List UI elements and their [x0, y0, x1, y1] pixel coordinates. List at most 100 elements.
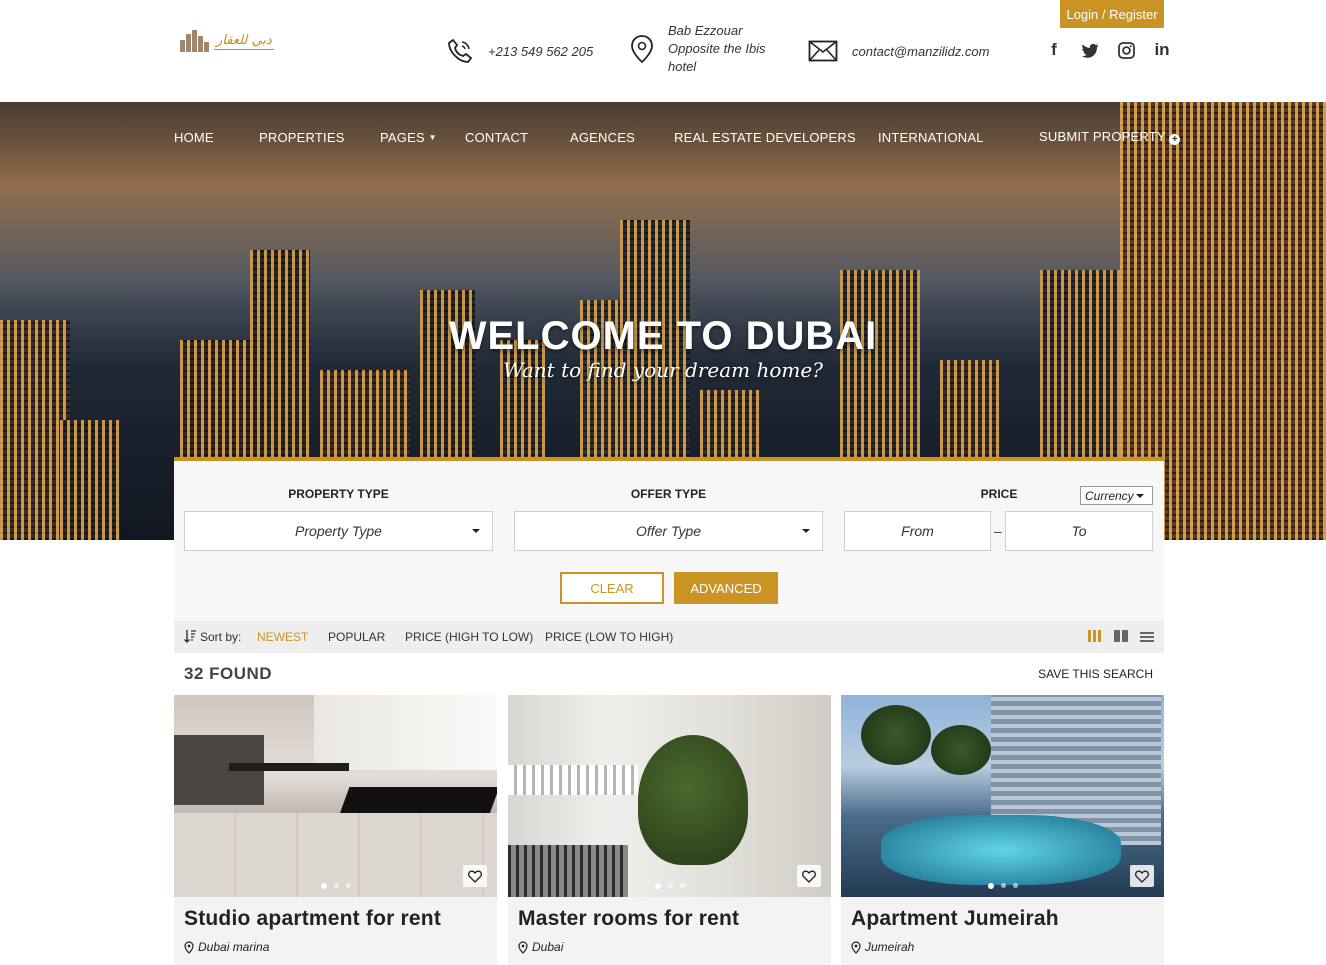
property-type-select[interactable]: Property Type: [184, 511, 493, 551]
price-label: PRICE: [980, 487, 1018, 501]
sort-icon: [184, 630, 196, 646]
nav-submit-label: SUBMIT PROPERTY: [1039, 129, 1166, 144]
address-line: hotel: [668, 59, 697, 74]
save-search-link[interactable]: SAVE THIS SEARCH: [1038, 667, 1153, 681]
palm-tree-graphic: [861, 705, 931, 765]
listing-location: Dubai: [518, 940, 563, 954]
carousel-dots: [174, 883, 497, 889]
sort-price-high-low[interactable]: PRICE (HIGH TO LOW): [405, 630, 533, 644]
carousel-dot[interactable]: [654, 883, 661, 889]
carousel-dots: [508, 883, 831, 889]
grid-view-icon[interactable]: [1088, 630, 1102, 642]
sort-bar: Sort by: NEWEST POPULAR PRICE (HIGH TO L…: [174, 621, 1164, 653]
sort-newest[interactable]: NEWEST: [257, 630, 308, 644]
gate-graphic: [508, 845, 628, 897]
price-from-placeholder: From: [901, 523, 934, 539]
favorite-button[interactable]: [1130, 865, 1154, 887]
favorite-button[interactable]: [797, 865, 821, 887]
nav-pages[interactable]: PAGES ▼: [380, 130, 437, 145]
property-photo[interactable]: [174, 695, 497, 897]
search-panel: PROPERTY TYPE Property Type OFFER TYPE O…: [174, 457, 1164, 621]
site-logo[interactable]: دبي للعقار: [180, 28, 284, 54]
building-graphic: [60, 420, 120, 540]
chevron-down-icon: [1136, 494, 1144, 498]
carousel-dots: [841, 883, 1164, 889]
advanced-search-button[interactable]: ADVANCED: [674, 572, 778, 604]
results-count: 32 FOUND: [184, 664, 273, 683]
nav-submit-property[interactable]: SUBMIT PROPERTY +: [1039, 129, 1181, 145]
nav-real-estate-developers[interactable]: REAL ESTATE DEVELOPERS: [674, 130, 856, 145]
phone-contact: +213 549 562 205: [446, 36, 593, 66]
property-photo[interactable]: [508, 695, 831, 897]
carousel-dot[interactable]: [320, 883, 327, 889]
twitter-icon[interactable]: [1080, 38, 1100, 62]
envelope-icon: [808, 40, 838, 62]
carousel-dot[interactable]: [679, 883, 685, 888]
offer-type-label: OFFER TYPE: [630, 487, 707, 501]
carousel-dot[interactable]: [333, 883, 339, 888]
heart-icon: [1135, 870, 1149, 883]
linkedin-icon[interactable]: in: [1152, 38, 1172, 62]
address-line: Opposite the Ibis: [668, 41, 766, 56]
phone-number[interactable]: +213 549 562 205: [488, 44, 593, 59]
property-card[interactable]: Apartment Jumeirah Jumeirah: [841, 695, 1164, 965]
listing-title[interactable]: Studio apartment for rent: [184, 907, 441, 931]
email-address[interactable]: contact@manzilidz.com: [852, 44, 989, 59]
nav-home[interactable]: HOME: [174, 130, 214, 145]
tree-graphic: [638, 735, 748, 865]
heart-icon: [468, 870, 482, 883]
table-graphic: [229, 763, 349, 771]
carousel-dot[interactable]: [345, 883, 351, 888]
offer-type-select[interactable]: Offer Type: [514, 511, 823, 551]
balcony-graphic: [508, 765, 638, 795]
address-line: Bab Ezzouar: [668, 23, 743, 38]
location-pin-icon: [518, 940, 528, 954]
building-icon: [180, 30, 210, 52]
listing-title[interactable]: Master rooms for rent: [518, 907, 739, 931]
nav-contact[interactable]: CONTACT: [465, 130, 528, 145]
sort-price-low-high[interactable]: PRICE (LOW TO HIGH): [545, 630, 673, 644]
email-contact: contact@manzilidz.com: [808, 36, 989, 66]
chevron-down-icon: [472, 529, 480, 533]
price-range-dash: –: [994, 523, 1002, 539]
heart-icon: [802, 870, 816, 883]
location-pin-icon: [851, 940, 861, 954]
carousel-dot[interactable]: [987, 883, 994, 889]
hero-subtitle: Want to find your dream home?: [503, 358, 823, 382]
social-links: f in: [1044, 38, 1172, 62]
clear-button[interactable]: CLEAR: [560, 572, 664, 604]
favorite-button[interactable]: [463, 865, 487, 887]
top-header: دبي للعقار +213 549 562 205 Bab Ezzouar …: [0, 0, 1326, 102]
property-card[interactable]: Master rooms for rent Dubai: [508, 695, 831, 965]
currency-select[interactable]: Currency: [1080, 486, 1153, 505]
listing-location: Jumeirah: [851, 940, 914, 954]
property-photo[interactable]: [841, 695, 1164, 897]
carousel-dot[interactable]: [667, 883, 673, 888]
location-text: Dubai: [532, 940, 564, 954]
listing-location: Dubai marina: [184, 940, 269, 954]
phone-icon: [448, 38, 473, 63]
listing-title[interactable]: Apartment Jumeirah: [851, 907, 1059, 931]
window-graphic: [314, 695, 497, 770]
price-from-input[interactable]: From: [844, 511, 991, 551]
login-register-button[interactable]: Login / Register: [1060, 0, 1164, 28]
property-type-value: Property Type: [295, 523, 382, 539]
property-card[interactable]: Studio apartment for rent Dubai marina: [174, 695, 497, 965]
currency-value: Currency: [1085, 488, 1134, 503]
nav-agences[interactable]: AGENCES: [570, 130, 635, 145]
carousel-dot[interactable]: [1012, 883, 1018, 888]
chevron-down-icon: [802, 529, 810, 533]
location-pin-icon: [631, 35, 653, 64]
large-grid-view-icon[interactable]: [1114, 630, 1128, 642]
price-to-placeholder: To: [1071, 523, 1087, 539]
nav-properties[interactable]: PROPERTIES: [259, 130, 345, 145]
nav-international[interactable]: INTERNATIONAL: [878, 130, 984, 145]
instagram-icon[interactable]: [1116, 38, 1136, 62]
price-to-input[interactable]: To: [1005, 511, 1153, 551]
location-text: Jumeirah: [865, 940, 915, 954]
carousel-dot[interactable]: [1000, 883, 1006, 888]
location-text: Dubai marina: [198, 940, 270, 954]
facebook-icon[interactable]: f: [1044, 38, 1064, 62]
list-view-icon[interactable]: [1140, 630, 1154, 642]
sort-popular[interactable]: POPULAR: [328, 630, 385, 644]
